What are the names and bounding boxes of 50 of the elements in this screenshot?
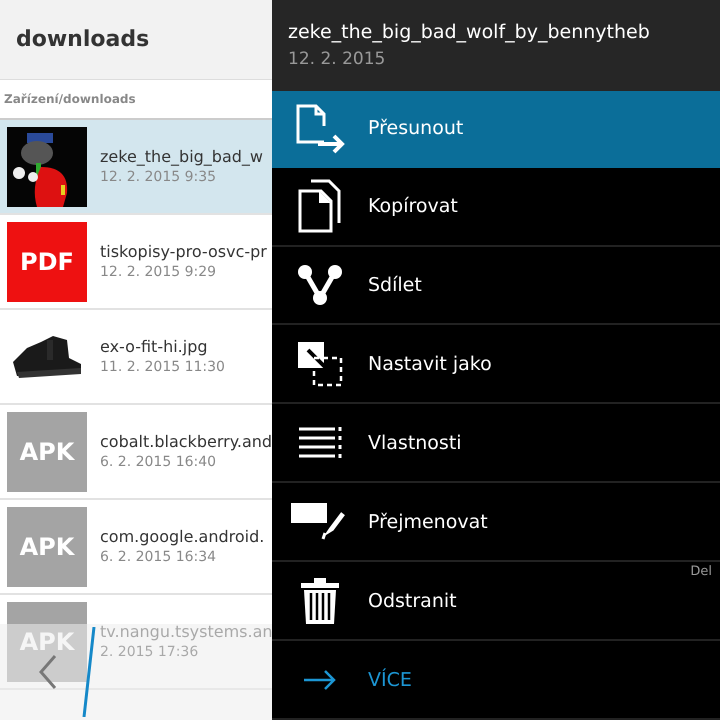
menu-item-label: Kopírovat: [368, 195, 458, 218]
menu-date: 12. 2. 2015: [288, 48, 386, 72]
file-date: 12. 2. 2015 9:29: [100, 263, 218, 282]
breadcrumb[interactable]: Zařízení/downloads: [4, 92, 136, 106]
file-date: 11. 2. 2015 11:30: [100, 358, 225, 377]
file-type-tile: APK: [7, 412, 87, 492]
menu-item[interactable]: VÍCE: [272, 641, 720, 720]
menu-item[interactable]: Přejmenovat: [272, 483, 720, 562]
menu-item[interactable]: Přesunout: [272, 90, 720, 168]
menu-item[interactable]: Sdílet: [272, 246, 720, 326]
file-name: tiskopisy-pro-osvc-pr: [100, 241, 267, 262]
copy-icon: [297, 179, 343, 234]
file-date: 6. 2. 2015 16:40: [100, 453, 218, 472]
slash-icon: [82, 627, 96, 717]
file-name: tv.nangu.tsystems.an: [100, 621, 272, 642]
menu-title: zeke_the_big_bad_wolf_by_bennytheb: [288, 20, 651, 46]
file-move-icon: [294, 102, 346, 154]
file-row[interactable]: APK com.google.android. 6. 2. 2015 16:34: [0, 500, 272, 595]
menu-item-label: Sdílet: [368, 274, 422, 296]
menu-item[interactable]: Nastavit jako: [272, 325, 720, 404]
file-row[interactable]: ex-o-fit-hi.jpg 11. 2. 2015 11:30: [0, 310, 272, 405]
file-type-tile: APK: [7, 506, 87, 586]
menu-item-label: Přejmenovat: [368, 510, 488, 533]
menu-item-label: Odstranit: [368, 590, 457, 612]
file-row[interactable]: APK cobalt.blackberry.and 6. 2. 2015 16:40: [0, 405, 272, 500]
menu-item[interactable]: Odstranit Del: [272, 562, 720, 642]
file-name: cobalt.blackberry.and: [100, 431, 272, 452]
trash-icon: [300, 576, 340, 625]
menu-item[interactable]: Kopírovat: [272, 168, 720, 247]
set-as-icon: [296, 340, 344, 388]
menu-item-label: Vlastnosti: [368, 432, 462, 454]
back-icon[interactable]: [38, 654, 58, 690]
arrow-icon: [303, 668, 337, 691]
share-icon: [297, 264, 343, 306]
menu-item-label: Přesunout: [368, 117, 464, 140]
menu-item[interactable]: Vlastnosti: [272, 404, 720, 484]
file-name: ex-o-fit-hi.jpg: [100, 336, 209, 357]
file-name: com.google.android.: [100, 526, 264, 547]
file-type-tile: PDF: [7, 222, 87, 302]
menu-item-label: VÍCE: [368, 668, 412, 691]
file-name: zeke_the_big_bad_w: [100, 146, 263, 167]
page-title: downloads: [16, 27, 150, 52]
file-row[interactable]: zeke_the_big_bad_w 12. 2. 2015 9:35: [0, 120, 272, 215]
file-row[interactable]: PDF tiskopisy-pro-osvc-pr 12. 2. 2015 9:29: [0, 215, 272, 310]
file-date: 2. 2015 17:36: [100, 643, 200, 662]
file-date: 12. 2. 2015 9:35: [100, 168, 218, 187]
list-icon: [297, 426, 343, 460]
menu-item-label: Nastavit jako: [368, 352, 492, 375]
shortcut-hint: Del: [690, 564, 712, 580]
file-date: 6. 2. 2015 16:34: [100, 548, 218, 567]
